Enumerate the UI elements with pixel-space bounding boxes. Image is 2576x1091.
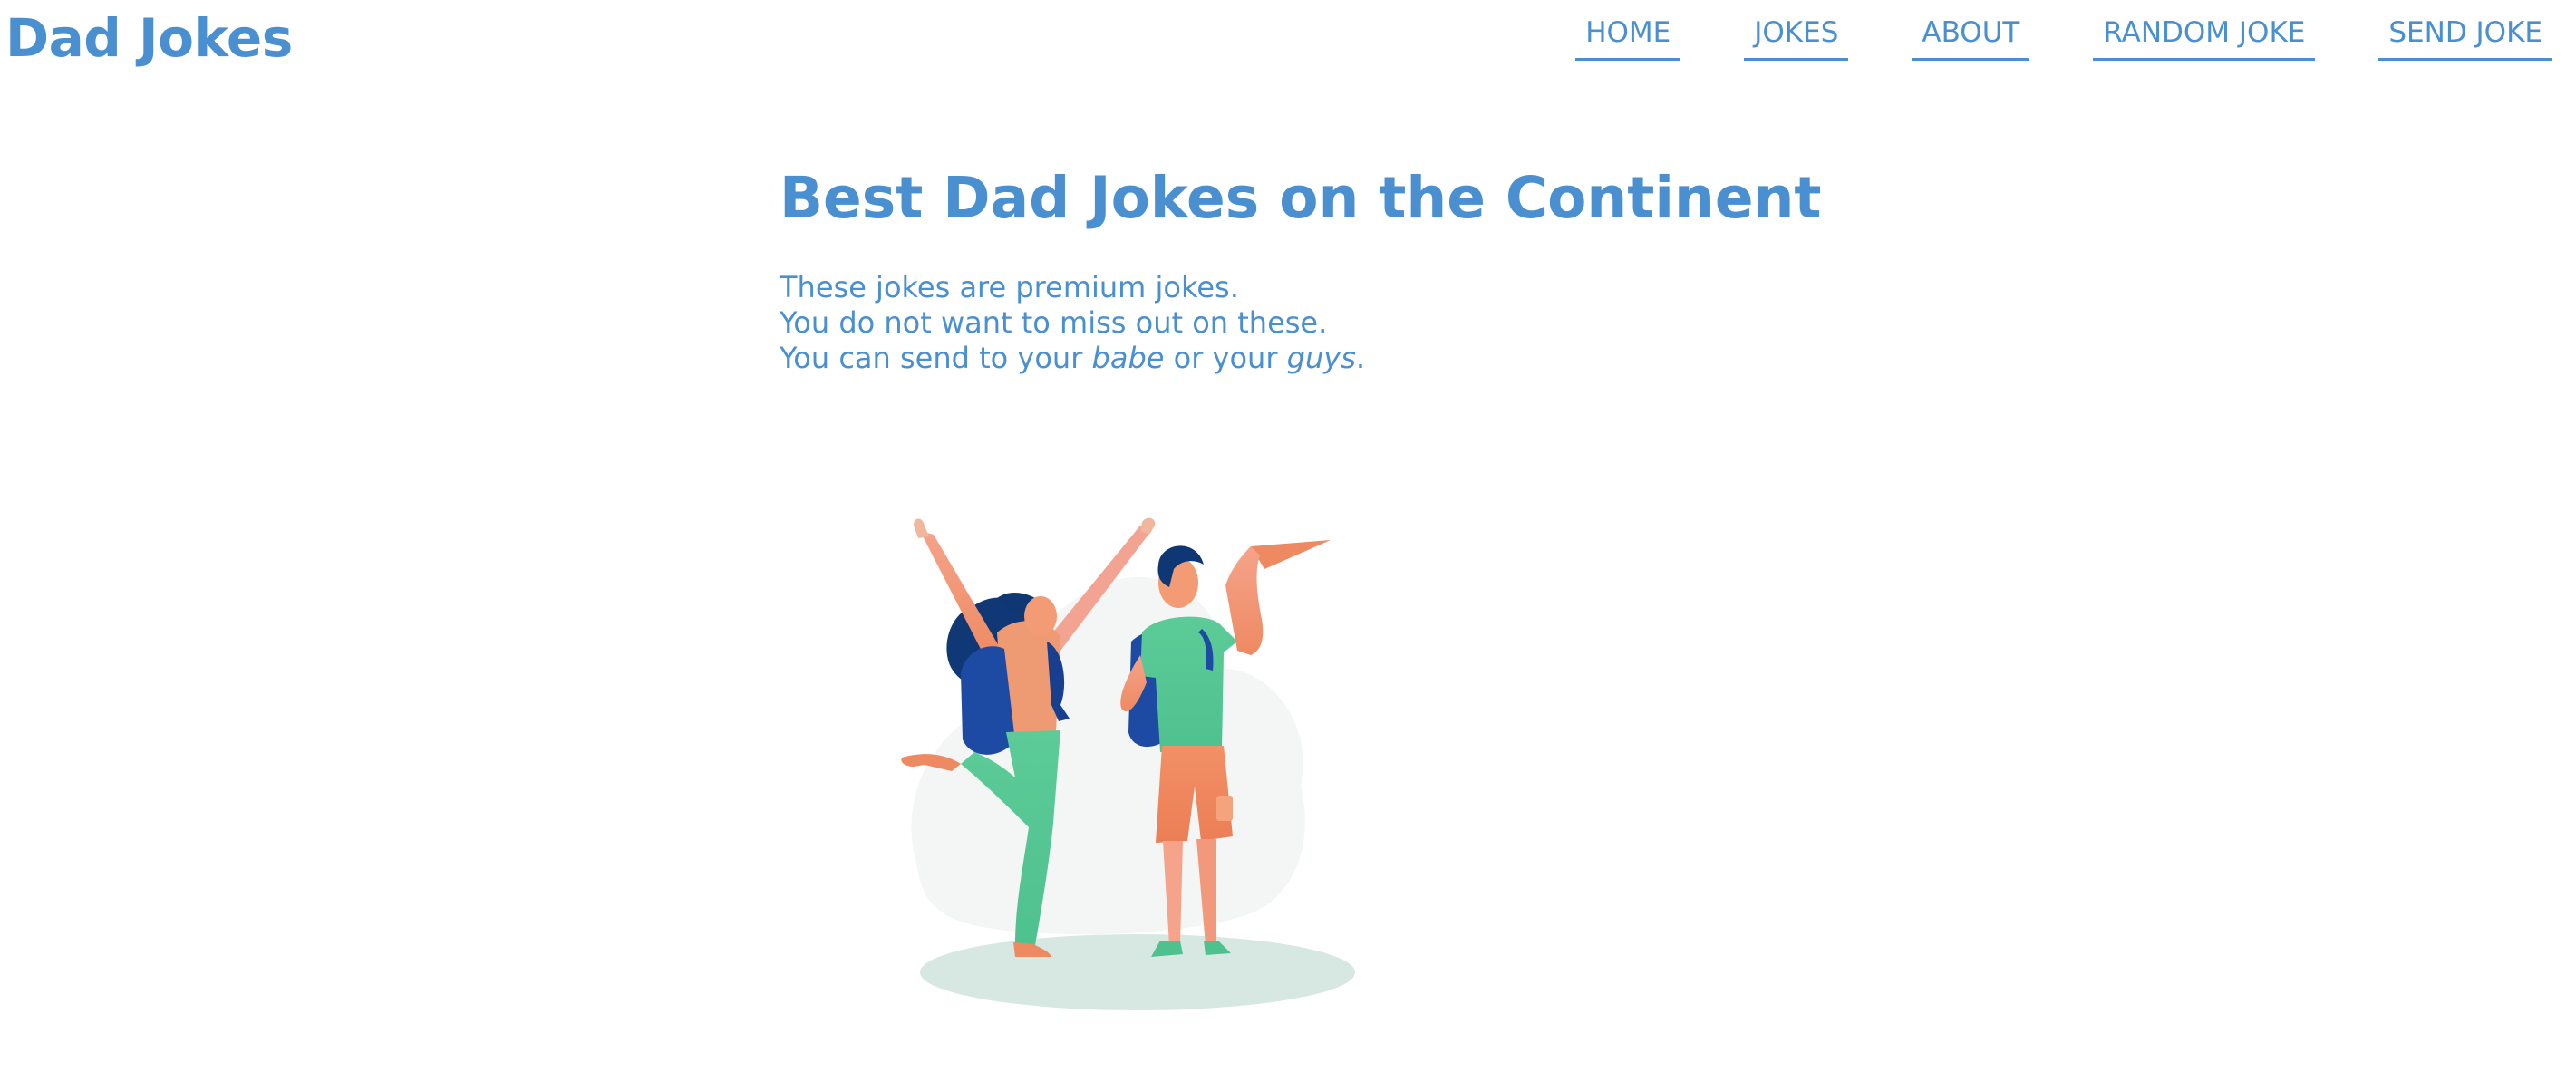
nav-about[interactable]: ABOUT <box>1912 13 2030 61</box>
intro-line-3-start: You can send to your <box>780 341 1092 375</box>
intro-line-3: You can send to your babe or your guys. <box>780 341 1365 376</box>
ground-shadow <box>920 934 1355 1010</box>
brand-logo[interactable]: Dad Jokes <box>5 5 293 71</box>
intro-line-1: These jokes are premium jokes. <box>780 270 1239 304</box>
intro-text: These jokes are premium jokes. You do no… <box>780 270 1365 376</box>
main-nav: HOME JOKES ABOUT RANDOM JOKE SEND JOKE <box>1512 13 2552 61</box>
emphasis-guys: guys <box>1286 341 1356 375</box>
page: Dad Jokes HOME JOKES ABOUT RANDOM JOKE S… <box>0 0 2576 1091</box>
emphasis-babe: babe <box>1091 341 1165 375</box>
page-title: Best Dad Jokes on the Continent <box>780 165 1822 231</box>
nav-random-joke[interactable]: RANDOM JOKE <box>2093 13 2316 61</box>
nav-jokes[interactable]: JOKES <box>1744 13 1849 61</box>
friends-illustration <box>901 517 1355 1010</box>
paper-plane <box>1251 540 1331 569</box>
intro-line-2: You do not want to miss out on these. <box>780 305 1328 340</box>
nav-send-joke[interactable]: SEND JOKE <box>2378 13 2552 61</box>
intro-line-3-mid: or your <box>1164 341 1287 375</box>
intro-line-3-end: . <box>1355 341 1366 375</box>
nav-home[interactable]: HOME <box>1575 13 1681 61</box>
